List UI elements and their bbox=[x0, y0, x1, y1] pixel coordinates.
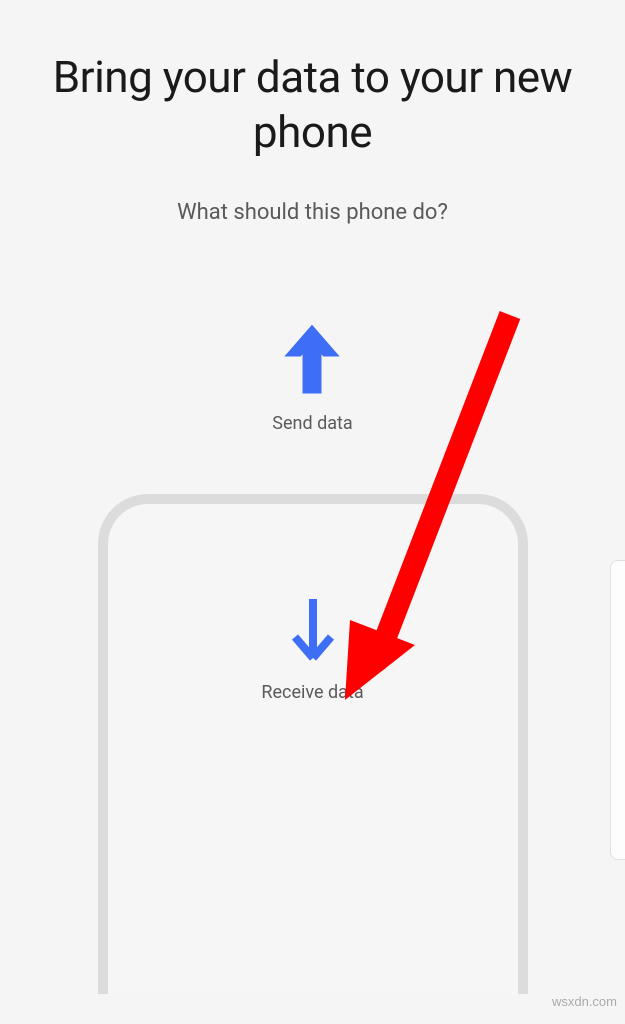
page-subtitle: What should this phone do? bbox=[177, 200, 448, 225]
send-data-label: Send data bbox=[272, 413, 352, 434]
watermark-text: wsxdn.com bbox=[552, 994, 617, 1009]
receive-content: Receive data bbox=[261, 594, 363, 703]
receive-data-button[interactable]: Receive data bbox=[98, 494, 528, 994]
side-panel bbox=[610, 560, 625, 860]
main-container: Bring your data to your new phone What s… bbox=[0, 0, 625, 1024]
receive-data-label: Receive data bbox=[261, 682, 363, 703]
page-title: Bring your data to your new phone bbox=[0, 50, 625, 160]
send-data-button[interactable]: Send data bbox=[272, 325, 352, 434]
arrow-up-icon bbox=[282, 325, 342, 395]
arrow-down-icon bbox=[283, 594, 343, 664]
